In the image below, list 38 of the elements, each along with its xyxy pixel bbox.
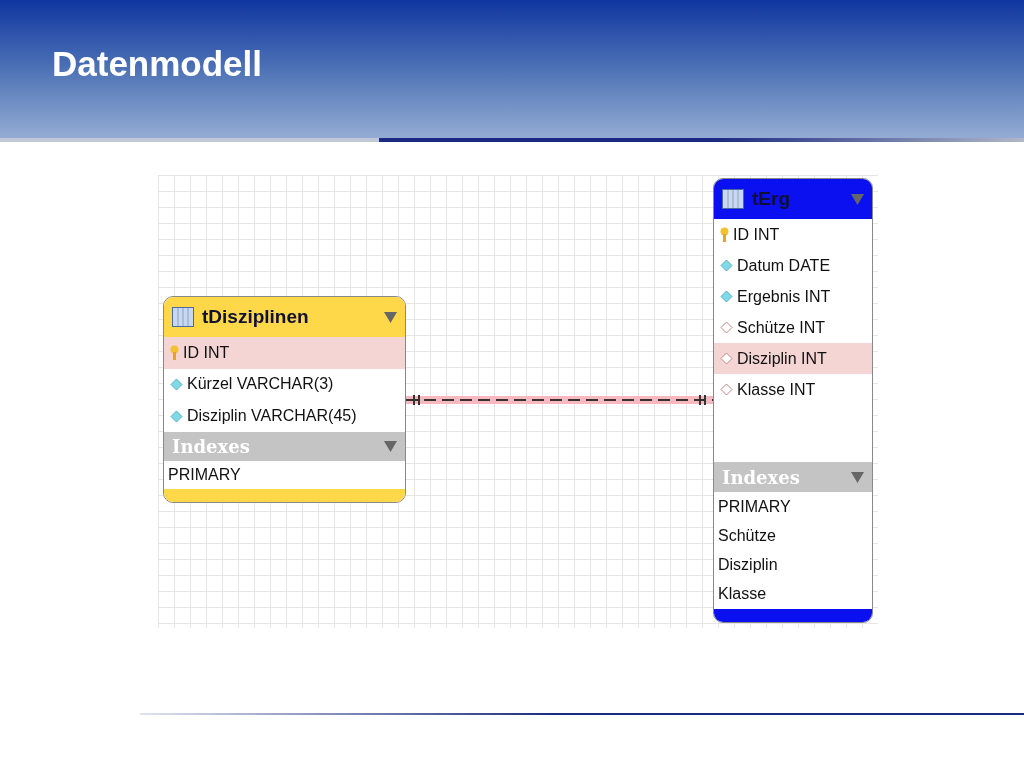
index-label[interactable]: PRIMARY <box>714 492 872 521</box>
column-label: Disziplin VARCHAR(45) <box>187 406 357 426</box>
column-row[interactable]: ID INT <box>164 337 405 369</box>
dropdown-arrow-icon[interactable] <box>851 193 864 205</box>
diamond-icon <box>170 409 183 423</box>
index-label[interactable]: Schütze <box>714 521 872 550</box>
column-label: Disziplin INT <box>737 348 827 369</box>
index-label[interactable]: Disziplin <box>714 550 872 579</box>
column-label: ID INT <box>733 224 780 245</box>
indexes-heading: Indexes <box>722 465 801 490</box>
column-label: Klasse INT <box>737 379 816 400</box>
table-name: tErg <box>752 186 791 211</box>
hollow-diamond-icon <box>720 383 733 396</box>
table-card[interactable]: tDisziplinen ID INT Kürzel VARCHAR(3) Disziplin VARCHAR(45) Indexes PRIMARY <box>163 296 406 503</box>
column-row[interactable]: Disziplin INT <box>714 343 872 374</box>
dropdown-arrow-icon[interactable] <box>384 441 397 453</box>
column-label: ID INT <box>183 342 230 363</box>
table-icon <box>172 307 194 327</box>
diamond-icon <box>720 259 733 272</box>
key-icon <box>170 344 179 361</box>
key-icon <box>720 226 729 243</box>
column-label: Datum DATE <box>737 255 831 276</box>
column-label: Ergebnis INT <box>737 286 831 307</box>
index-label[interactable]: PRIMARY <box>164 461 405 490</box>
slide-title: Datenmodell <box>52 42 263 85</box>
hollow-diamond-icon <box>720 352 733 365</box>
table-card[interactable]: tErg ID INT Datum DATE Ergebnis INT Schütze INT Disziplin INT Klasse INT Indexes PRIMARY Schütze Disziplin Klasse <box>713 178 873 623</box>
index-label[interactable]: Klasse <box>714 579 872 608</box>
hollow-diamond-icon <box>720 321 733 334</box>
diamond-icon <box>170 377 183 391</box>
dropdown-arrow-icon[interactable] <box>851 471 864 483</box>
table-name: tDisziplinen <box>202 304 310 329</box>
diamond-icon <box>720 290 733 303</box>
table-icon <box>722 189 744 209</box>
column-label: Kürzel VARCHAR(3) <box>187 374 334 395</box>
indexes-heading: Indexes <box>172 435 251 460</box>
column-label: Schütze INT <box>737 317 826 338</box>
dropdown-arrow-icon[interactable] <box>384 311 397 323</box>
